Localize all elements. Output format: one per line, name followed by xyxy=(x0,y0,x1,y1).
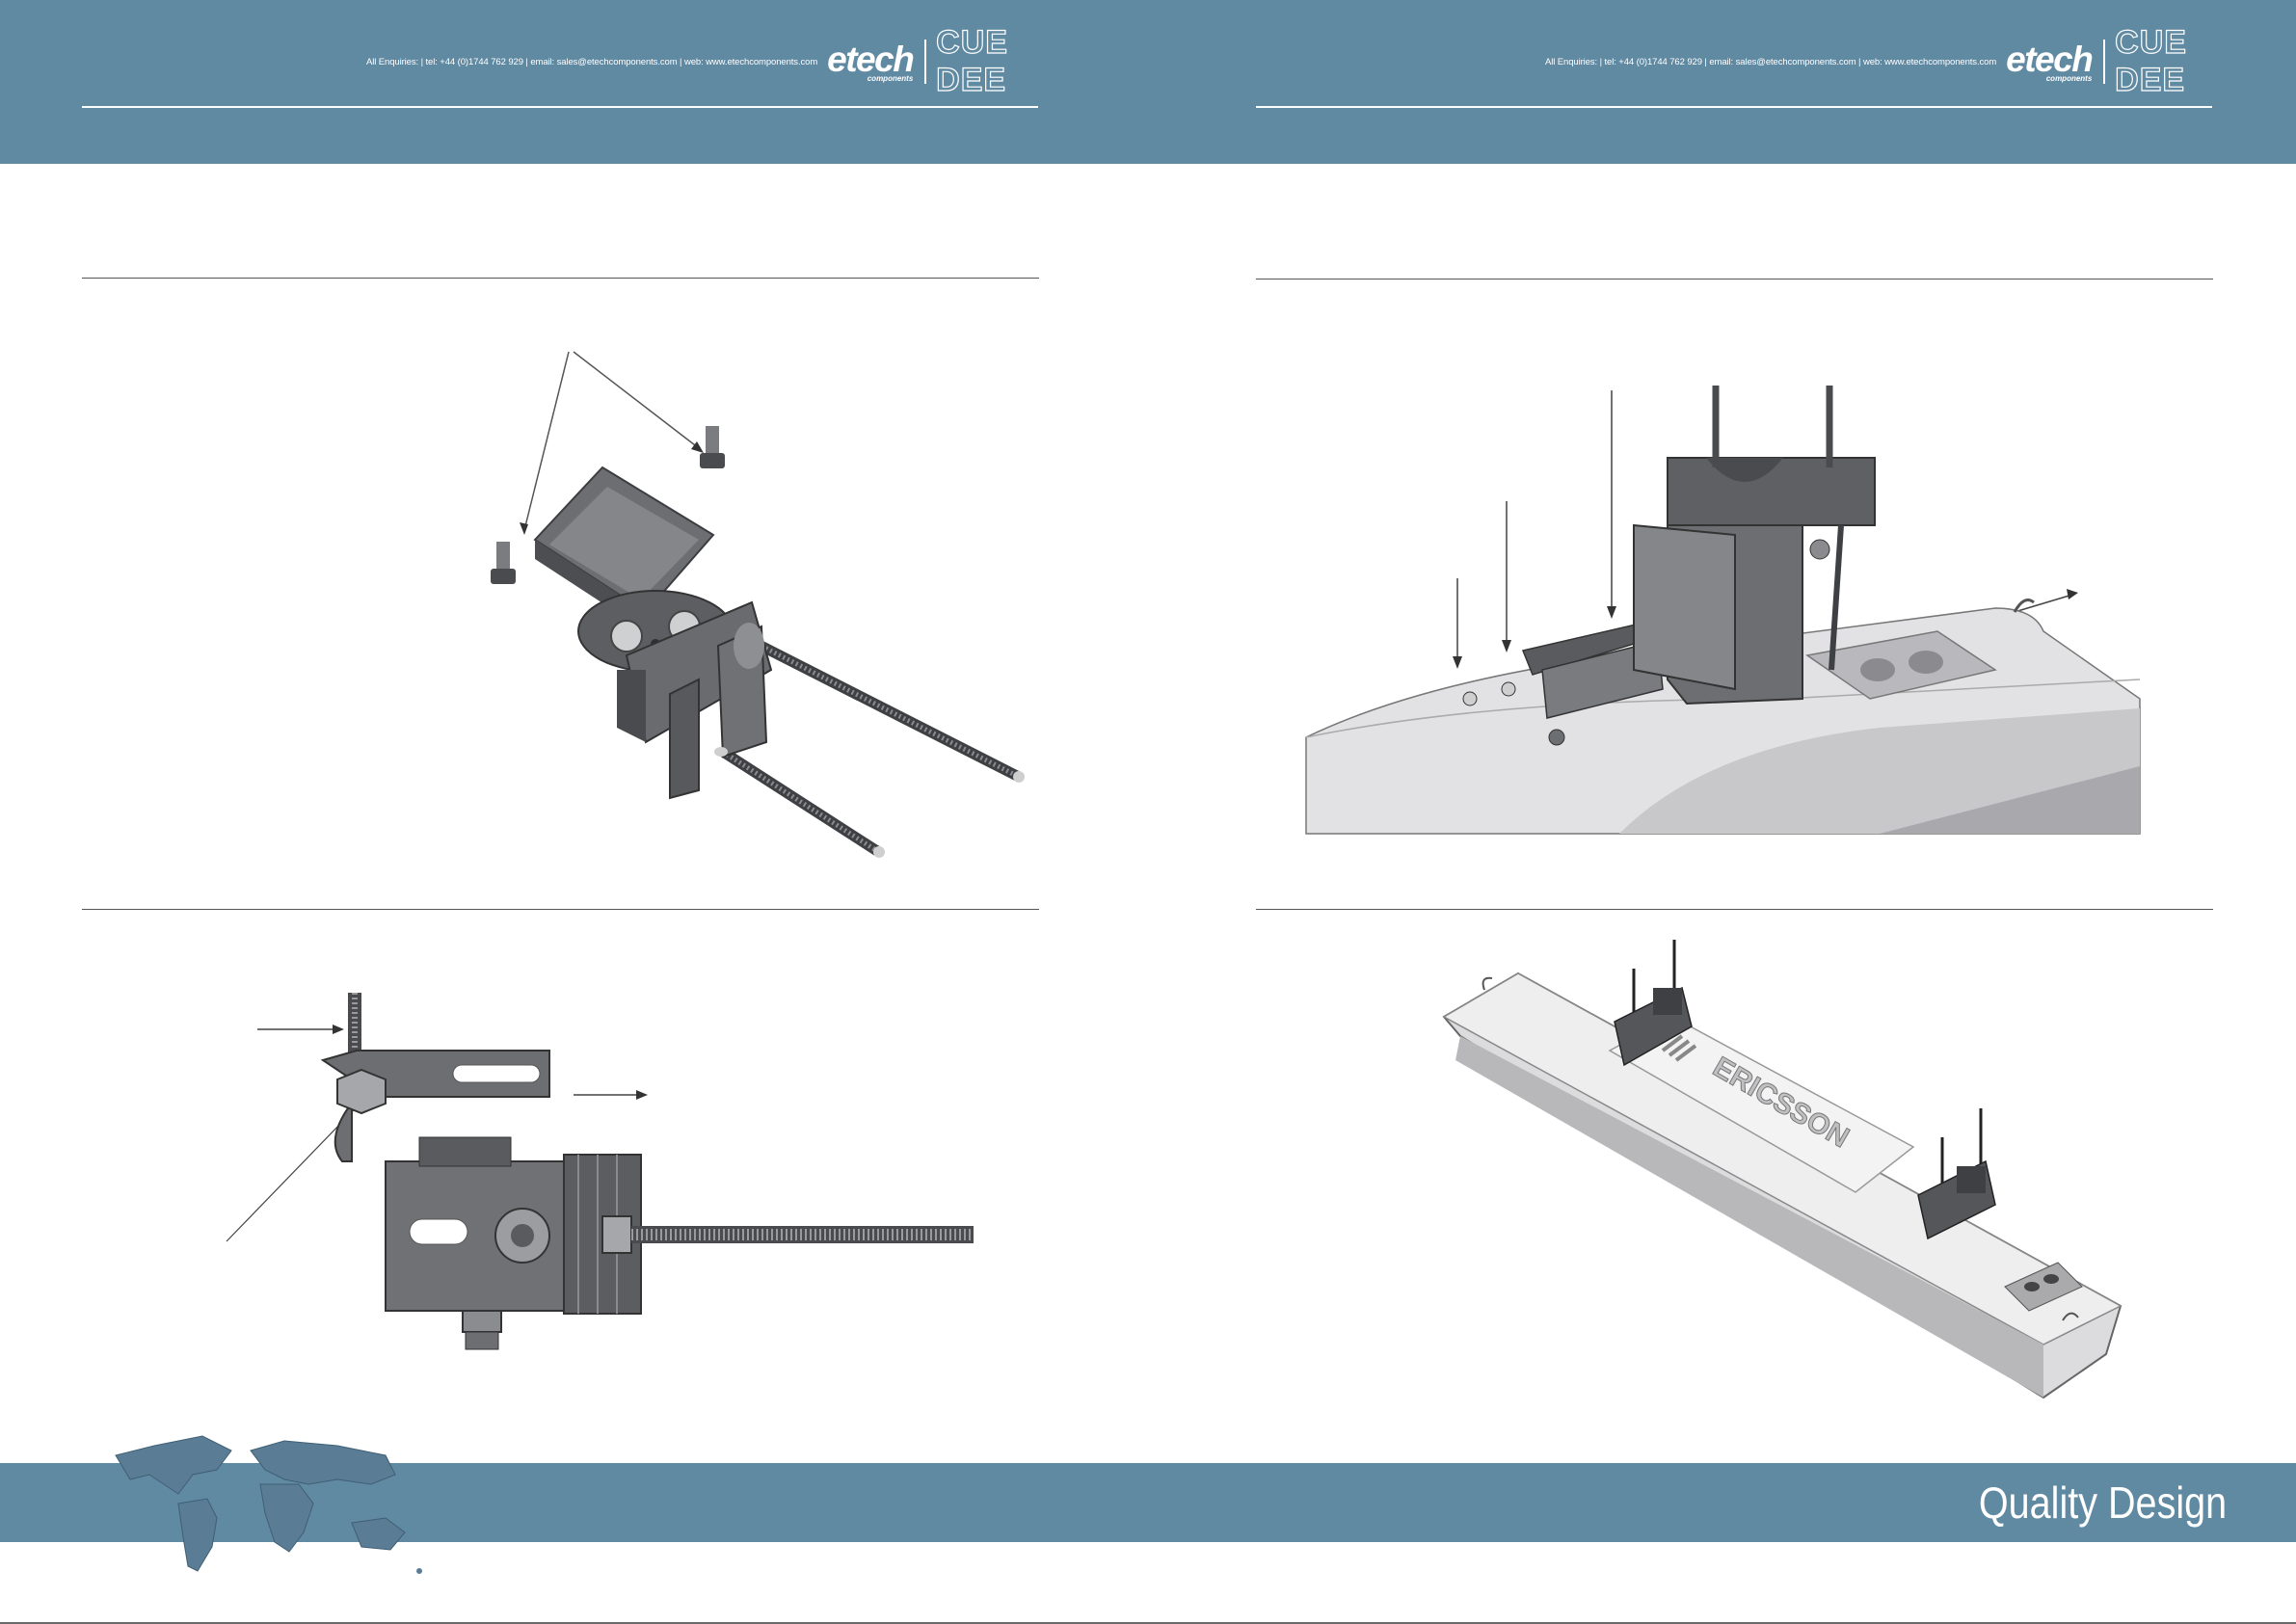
header-rule-left xyxy=(82,106,1038,108)
logo-divider xyxy=(2103,40,2106,84)
ericsson-antenna-figure: ERICSSON xyxy=(1442,940,2122,1399)
south-america-shape xyxy=(177,1498,218,1572)
cuedee-logo: CUE DEE xyxy=(936,23,1008,98)
bottom-bolt-icon xyxy=(465,1331,499,1350)
roller-icon xyxy=(2024,1282,2040,1291)
arrow-head xyxy=(636,1090,648,1100)
screw-head-icon xyxy=(610,620,643,652)
lower-clamp-side xyxy=(617,670,646,742)
pipe-saddle xyxy=(734,623,764,669)
nut-icon xyxy=(601,1215,632,1254)
lower-clamp-jaw xyxy=(669,678,700,800)
section-rule xyxy=(82,278,1039,279)
cuedee-logo: CUE DEE xyxy=(2115,23,2187,98)
arrow-head xyxy=(2067,589,2078,599)
header-right: All Enquiries: | tel: +44 (0)1744 762 92… xyxy=(1545,23,2258,98)
arrow-line xyxy=(523,351,570,531)
roller-icon xyxy=(1860,658,1895,681)
arrow-head xyxy=(1607,606,1616,619)
hole-icon xyxy=(1462,691,1478,706)
logo-divider xyxy=(924,40,927,84)
arrow-head xyxy=(1453,656,1462,669)
hole-icon xyxy=(1501,681,1516,697)
threaded-rod xyxy=(720,622,1025,783)
world-map-icon xyxy=(115,1435,422,1574)
island-shape xyxy=(416,1568,422,1574)
section-rule xyxy=(1256,909,2213,910)
bolt-icon xyxy=(491,542,516,584)
hex-nut-icon xyxy=(336,1068,387,1115)
clamp-front-plate xyxy=(1633,523,1736,691)
threaded-rod xyxy=(720,747,885,858)
etech-logo: etech components xyxy=(827,39,915,83)
bolt-icon xyxy=(700,426,725,468)
mount-bracket xyxy=(1917,1108,1996,1240)
arrow-head xyxy=(520,522,528,535)
africa-shape xyxy=(259,1483,314,1553)
bottom-nut-icon xyxy=(462,1310,502,1333)
washer-hole xyxy=(511,1224,534,1247)
footer-title: Quality Design xyxy=(1978,1478,2227,1528)
header-left: All Enquiries: | tel: +44 (0)1744 762 92… xyxy=(366,23,1080,98)
section-rule xyxy=(1256,279,2213,280)
enquiries-text: All Enquiries: | tel: +44 (0)1744 762 92… xyxy=(366,56,818,67)
arrow-line xyxy=(573,351,700,449)
arrow-head xyxy=(1502,640,1511,652)
pivot-block xyxy=(418,1136,512,1167)
australia-shape xyxy=(351,1517,406,1551)
enquiries-text: All Enquiries: | tel: +44 (0)1744 762 92… xyxy=(1545,56,1997,67)
nut-icon xyxy=(1548,729,1565,746)
bracket-side-figure xyxy=(226,993,974,1350)
arrow-line xyxy=(2014,594,2073,613)
slot-icon xyxy=(452,1064,541,1083)
roller-icon xyxy=(1909,651,1943,674)
slot-icon xyxy=(409,1218,468,1245)
section-rule xyxy=(82,909,1039,910)
lifting-handle xyxy=(1482,976,1493,991)
bracket-assembly-figure xyxy=(491,351,1025,858)
header-rule-right xyxy=(1256,106,2212,108)
roller-icon xyxy=(2043,1274,2059,1284)
north-america-shape xyxy=(115,1435,232,1495)
eurasia-shape xyxy=(250,1440,396,1485)
arrow-head xyxy=(333,1025,344,1034)
etech-logo: etech components xyxy=(2006,39,2094,83)
nut-icon xyxy=(714,747,728,757)
nut-icon xyxy=(1809,539,1830,560)
antenna-mount-figure xyxy=(1305,386,2141,835)
